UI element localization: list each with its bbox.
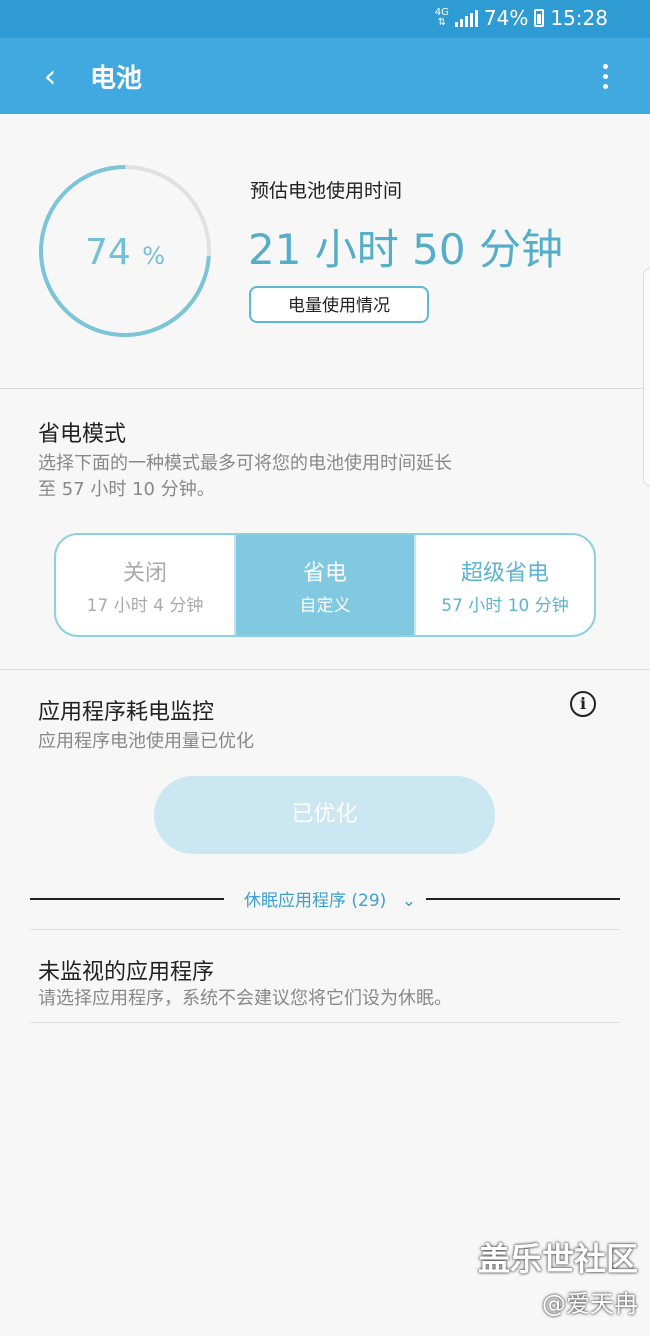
power-mode-selector: 关闭 17 小时 4 分钟 省电 自定义 超级省电 57 小时 10 分钟	[54, 533, 596, 637]
chevron-left-icon: ‹	[43, 57, 57, 95]
unmonitored-apps-title[interactable]: 未监视的应用程序	[38, 954, 214, 986]
row-divider	[30, 1022, 620, 1023]
battery-summary: 74 % 预估电池使用时间 21 小时 50 分钟 电量使用情况	[0, 114, 650, 388]
more-options-button[interactable]	[590, 54, 620, 98]
divider	[0, 388, 650, 389]
page-title: 电池	[90, 64, 143, 94]
chevron-down-icon: ⌄	[401, 891, 416, 911]
app-bar: ‹ 电池	[0, 38, 650, 114]
watermark-line2: @爱天冉	[542, 1290, 638, 1318]
power-saving-title: 省电模式	[38, 422, 127, 447]
scroll-handle[interactable]	[643, 268, 650, 486]
mode-ultra-power-saving[interactable]: 超级省电 57 小时 10 分钟	[416, 535, 594, 635]
mode-name: 关闭	[122, 560, 167, 586]
mode-name: 超级省电	[460, 560, 549, 586]
optimized-button[interactable]: 已优化	[154, 776, 495, 854]
sleeping-apps-label: 休眠应用程序 (29) ⌄	[30, 886, 620, 911]
mode-sub: 自定义	[299, 595, 351, 616]
mode-power-saving[interactable]: 省电 自定义	[236, 535, 416, 635]
battery-icon	[534, 9, 545, 27]
power-saving-desc-line2: 至 57 小时 10 分钟。	[38, 479, 215, 500]
network-label: 4G	[434, 7, 449, 18]
row-divider	[30, 929, 620, 930]
power-saving-desc-line1: 选择下面的一种模式最多可将您的电池使用时间延长	[38, 453, 452, 474]
app-monitor-desc: 应用程序电池使用量已优化	[38, 731, 254, 752]
mode-sub: 17 小时 4 分钟	[86, 595, 204, 616]
battery-percent: 74%	[483, 6, 529, 30]
estimate-label: 预估电池使用时间	[250, 180, 403, 202]
estimate-value: 21 小时 50 分钟	[248, 225, 563, 274]
mode-name: 省电	[302, 560, 347, 586]
back-button[interactable]: ‹	[30, 54, 70, 98]
battery-level-number: 74	[84, 232, 131, 273]
more-vert-icon	[602, 63, 608, 69]
signal-icon	[454, 9, 478, 27]
app-monitor-title: 应用程序耗电监控	[38, 700, 215, 725]
battery-level-unit: %	[142, 242, 166, 270]
status-bar: 4G ⇅ 74% 15:28	[0, 0, 650, 38]
mode-sub: 57 小时 10 分钟	[441, 595, 569, 616]
battery-level-text: 74 %	[38, 232, 212, 273]
status-icons: 4G ⇅ 74% 15:28	[435, 6, 608, 30]
unmonitored-apps-desc: 请选择应用程序，系统不会建议您将它们设为休眠。	[38, 988, 452, 1009]
sleeping-apps-row[interactable]: 休眠应用程序 (29) ⌄	[30, 882, 620, 916]
mode-off[interactable]: 关闭 17 小时 4 分钟	[56, 535, 236, 635]
network-indicator: 4G ⇅	[434, 7, 449, 28]
info-icon[interactable]: i	[570, 691, 596, 717]
battery-usage-button[interactable]: 电量使用情况	[249, 286, 429, 323]
clock: 15:28	[550, 6, 608, 30]
watermark-line1: 盖乐世社区	[477, 1240, 638, 1278]
sleeping-apps-text: 休眠应用程序 (29)	[234, 891, 397, 911]
watermark: 盖乐世社区 @爱天冉	[478, 1234, 638, 1319]
divider	[0, 669, 650, 670]
